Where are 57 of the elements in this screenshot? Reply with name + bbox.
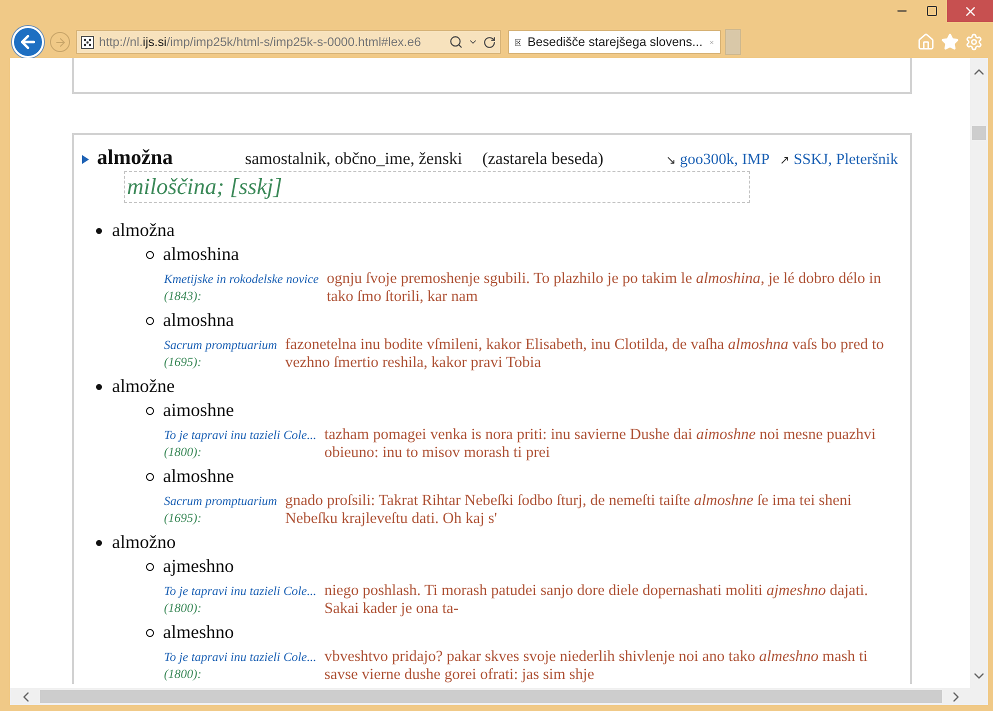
close-button[interactable] <box>947 0 993 22</box>
dictionary-link[interactable]: IMP <box>742 151 770 169</box>
source-citation: To je tapravi inu tazieli Cole... (1800): <box>164 583 316 617</box>
headword: almožna <box>97 145 174 170</box>
variant-form: almoshne <box>163 466 234 488</box>
lemma-form: almožne <box>112 376 175 398</box>
search-icon[interactable] <box>449 35 463 49</box>
browser-tab[interactable]: Besedišče starejšega slovens... <box>508 30 721 54</box>
source-citation: To je tapravi inu tazieli Cole... (1800): <box>164 649 316 683</box>
maximize-icon[interactable] <box>926 5 938 17</box>
variant-form: almoshina <box>163 244 240 266</box>
quote-text: fazonetelna inu bodite vſmileni, kakor Elisabeth, inu Clotilda, de vaſha almoshna vaſs bo pred to vezhno ſmertio reshila, kakor pravi Tobia <box>285 336 885 372</box>
lemma-form: almožna <box>112 220 175 242</box>
address-bar[interactable]: http://nl.ijs.si/imp/imp25k/html-s/imp25k-s-0000.html#lex.e6 <box>76 30 501 54</box>
circle-bullet-icon <box>146 317 154 325</box>
circle-bullet-icon <box>146 473 154 481</box>
variant-form: aimoshne <box>163 400 234 422</box>
circle-bullet-icon <box>146 407 154 415</box>
vertical-scrollbar[interactable] <box>970 58 988 688</box>
variant-form: almoshna <box>163 310 234 332</box>
dictionary-link[interactable]: SSKJ <box>794 151 828 169</box>
quote-text: vbveshtvo pridajo? pakar skves svoje niederlih shivlenje noi ano tako almeshno mash ti savse vierne dushe gorei ofrati: jas sim shje <box>324 648 869 684</box>
dictionary-link[interactable]: goo300k <box>680 151 734 169</box>
source-citation: Sacrum promptuarium (1695): <box>164 493 278 527</box>
scroll-thumb[interactable] <box>972 126 986 140</box>
variant-form: ajmeshno <box>163 556 234 578</box>
page-icon <box>81 36 94 48</box>
bullet-icon <box>96 540 102 546</box>
source-citation: Kmetijske in rokodelske novice (1843): <box>164 271 319 305</box>
lemma-form: almožno <box>112 532 176 554</box>
star-icon[interactable] <box>941 33 959 51</box>
quote-text: gnado proſsili: Takrat Rihtar Nebeſki ſodbo ſturj, de nemeſti taiſte almoshne ſe ima tei sheni Nebeſku krajleveſtu dati. Oh kaj s' <box>285 492 853 528</box>
grammar-label: samostalnik, občno_ime, ženski <box>245 149 462 169</box>
source-citation: Sacrum promptuarium (1695): <box>164 337 278 371</box>
source-citation: To je tapravi inu tazieli Cole... (1800): <box>164 427 316 461</box>
quote-text: ognju ſvoje premoshenje sgubili. To plazhilo je po takim le almoshina, je lé dobro délo in tako ſmo ſtorili, kar nam <box>326 270 882 306</box>
back-button[interactable] <box>12 26 44 58</box>
horizontal-scrollbar[interactable] <box>10 688 988 705</box>
circle-bullet-icon <box>146 629 154 637</box>
circle-bullet-icon <box>146 563 154 571</box>
definition-box: miloščina; [sskj] <box>124 171 750 203</box>
dictionary-link[interactable]: Pleteršnik <box>836 151 898 169</box>
link-separator: , <box>734 151 738 169</box>
url-text: http://nl.ijs.si/imp/imp25k/html-s/imp25k-s-0000.html#lex.e6 <box>99 35 422 49</box>
bullet-icon <box>96 228 102 234</box>
arrow-icon: ↗ <box>780 153 790 167</box>
link-separator: , <box>828 151 832 169</box>
expand-triangle-icon[interactable] <box>82 155 89 164</box>
quote-text: tazham pomagei venka is nora priti: inu savierne Dushe dai aimoshne noi mesne puazhvi obieuno: inu to misov morash ti prei <box>324 426 877 462</box>
refresh-icon[interactable] <box>483 36 496 48</box>
usage-note: (zastarela beseda) <box>482 149 604 169</box>
quote-text: niego poshlash. Ti morash patudei sanjo dore diele dopernashati moliti ajmeshno dajati. Sakai kader je ona ta- <box>324 582 870 618</box>
variant-form: almeshno <box>163 622 234 644</box>
scroll-thumb[interactable] <box>40 690 942 703</box>
circle-bullet-icon <box>146 251 154 259</box>
bullet-icon <box>96 384 102 390</box>
arrow-icon: ↘ <box>666 153 676 167</box>
